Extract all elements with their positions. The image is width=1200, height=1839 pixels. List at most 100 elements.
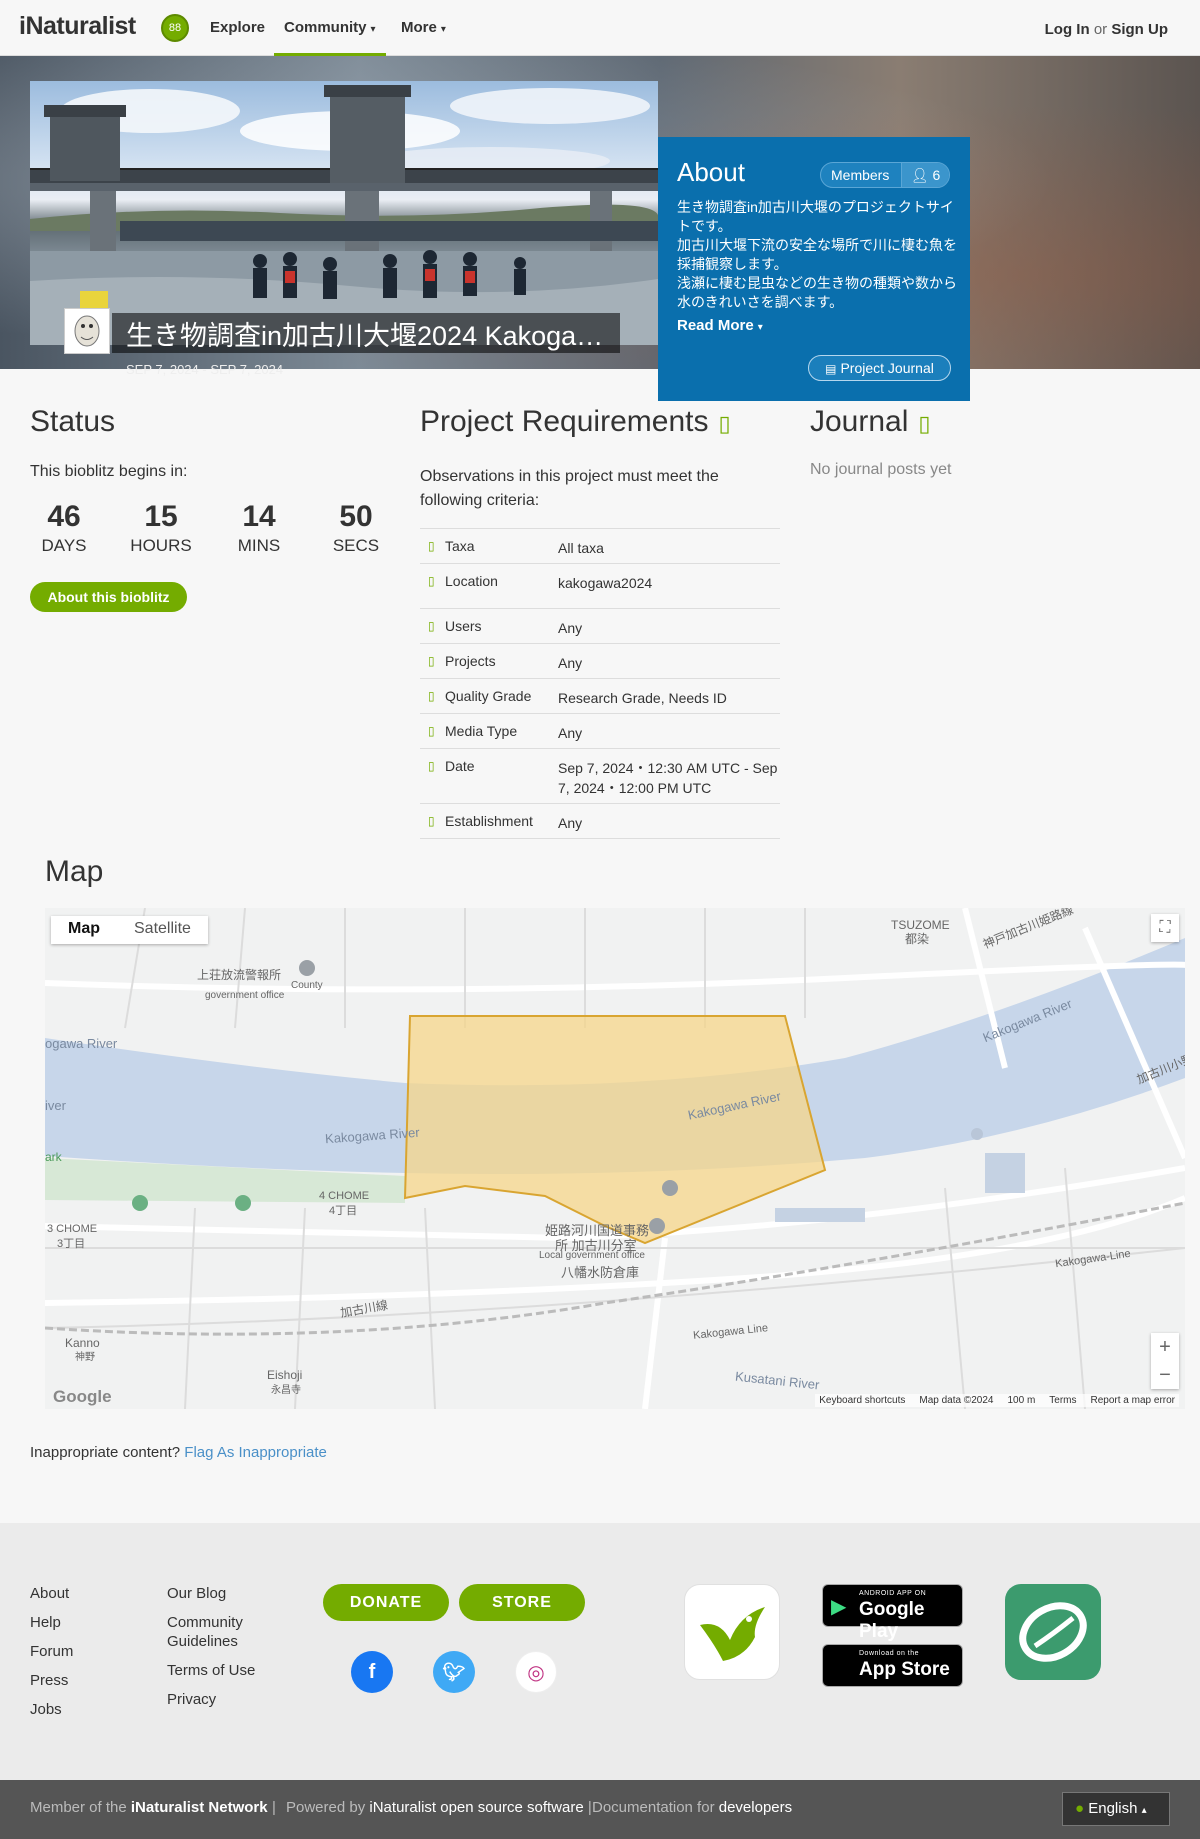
twitter-icon[interactable]: 🐦︎ xyxy=(433,1651,475,1693)
facebook-icon[interactable]: f xyxy=(351,1651,393,1693)
footer-link-terms[interactable]: Terms of Use xyxy=(167,1661,255,1680)
map-label-local-gov: Local government office xyxy=(539,1250,645,1261)
map-scale[interactable]: 100 m xyxy=(1007,1395,1035,1406)
caret-up-icon: ▴ xyxy=(1141,1805,1147,1816)
auth-links: Log In or Sign Up xyxy=(1045,21,1168,38)
google-play-badge[interactable]: ▶ ANDROID APP ON Google Play xyxy=(822,1584,963,1642)
countdown-hours: 15 HOURS xyxy=(130,500,192,555)
nav-community[interactable]: Community ▾ xyxy=(274,19,386,56)
map-type-satellite-button[interactable]: Satellite xyxy=(117,916,208,944)
footer-link-press[interactable]: Press xyxy=(30,1671,68,1690)
inaturalist-logo[interactable]: iNaturalist xyxy=(19,12,136,41)
app-store-badge[interactable]: Download on the App Store xyxy=(822,1644,963,1687)
footer-link-about[interactable]: About xyxy=(30,1584,69,1603)
footer-link-help[interactable]: Help xyxy=(30,1613,61,1632)
map-label-kanno-jp: 神野 xyxy=(75,1352,95,1363)
signup-link[interactable]: Sign Up xyxy=(1111,21,1168,38)
zoom-in-button[interactable]: + xyxy=(1151,1333,1179,1361)
map-label-river-left2: iver xyxy=(45,1098,66,1113)
briefcase-icon: ▯ xyxy=(428,654,435,668)
donate-button[interactable]: DONATE xyxy=(323,1584,449,1621)
docs-text: Documentation for developers xyxy=(592,1799,793,1816)
req-row-establishment: ▯ Establishment Any xyxy=(420,803,780,839)
nav-more-label: More xyxy=(401,19,437,36)
google-logo: Google xyxy=(53,1387,112,1406)
zoom-controls: + − xyxy=(1151,1333,1179,1389)
language-selector[interactable]: ● English ▴ xyxy=(1062,1792,1170,1826)
nav-explore[interactable]: Explore xyxy=(210,19,265,36)
map-label-chome4-jp: 4丁目 xyxy=(329,1205,358,1217)
notification-badge[interactable]: 88 xyxy=(161,14,189,42)
chevron-down-icon: ▾ xyxy=(440,24,446,35)
map-label-chome4: 4 CHOME xyxy=(319,1190,370,1202)
about-heading: About xyxy=(677,157,745,187)
map-label-office1: 上荘放流警報所 xyxy=(197,968,282,982)
nav-more[interactable]: More ▾ xyxy=(401,19,446,36)
requirements-intro: Observations in this project must meet t… xyxy=(420,468,719,509)
footer-link-guidelines[interactable]: Community Guidelines xyxy=(167,1613,267,1651)
flag-prefix: Inappropriate content? xyxy=(30,1444,181,1461)
fullscreen-icon[interactable]: ⛶ xyxy=(1151,914,1179,942)
globe-icon: ● xyxy=(1075,1800,1085,1817)
zoom-out-button[interactable]: − xyxy=(1151,1361,1179,1389)
status-heading: Status xyxy=(30,405,116,438)
chevron-down-icon: ▾ xyxy=(757,322,763,333)
map-attribution: Keyboard shortcuts Map data ©2024 100 m … xyxy=(815,1394,1179,1407)
nav-community-label: Community xyxy=(284,19,367,36)
map-marker-icon: ▯ xyxy=(428,574,435,588)
status-subtitle: This bioblitz begins in: xyxy=(30,463,188,480)
map-label-chome3-jp: 3丁目 xyxy=(57,1238,86,1250)
network-link[interactable]: iNaturalist Network xyxy=(131,1799,268,1816)
project-dates: SEP 7, 2024 - SEP 7, 2024 xyxy=(126,362,284,377)
project-journal-button[interactable]: ▤ Project Journal xyxy=(808,355,951,381)
members-label: Members xyxy=(831,167,890,183)
rss-icon[interactable]: ▯ xyxy=(918,411,930,436)
map-label-gov-office: government office xyxy=(205,990,285,1001)
read-more-link[interactable]: Read More ▾ xyxy=(677,317,763,334)
countdown-days: 46 DAYS xyxy=(41,500,87,555)
footer-link-privacy[interactable]: Privacy xyxy=(167,1690,216,1709)
footer-link-jobs[interactable]: Jobs xyxy=(30,1700,62,1719)
camera-icon: ▯ xyxy=(428,724,435,738)
map-data-text: Map data ©2024 xyxy=(919,1395,994,1406)
req-row-date: ▯ Date Sep 7, 2024・12:30 AM UTC - Sep 7, 2… xyxy=(420,748,780,803)
journal-empty-text: No journal posts yet xyxy=(810,461,952,478)
seek-app-icon[interactable] xyxy=(684,1584,780,1680)
footer-link-blog[interactable]: Our Blog xyxy=(167,1584,226,1603)
footer-link-forum[interactable]: Forum xyxy=(30,1642,73,1661)
top-navigation: iNaturalist 88 Explore Community ▾ More ▾ … xyxy=(0,0,1200,56)
play-icon: ▶ xyxy=(831,1596,847,1618)
powered-text: Powered by iNaturalist open source softw… xyxy=(286,1799,592,1816)
project-map[interactable]: TSUZOME 都染 神戸加古川姫路線 上荘放流警報所 County gover… xyxy=(45,908,1185,1409)
req-row-media: ▯ Media Type Any xyxy=(420,713,780,748)
oss-link[interactable]: iNaturalist open source software xyxy=(369,1799,583,1816)
globe-icon: ▯ xyxy=(428,814,435,828)
login-link[interactable]: Log In xyxy=(1045,21,1090,38)
map-label-hachiman: 八幡水防倉庫 xyxy=(561,1265,640,1280)
map-label-tsuzome-jp: 都染 xyxy=(905,932,930,946)
map-heading: Map xyxy=(45,855,104,888)
about-panel: About Members 👤︎ 6 生き物調査in加古川大堰のプロジェクトサイ… xyxy=(658,137,970,401)
user-icon: ▯ xyxy=(428,619,435,633)
network-bar: Member of the iNaturalist Network | Powe… xyxy=(0,1780,1200,1839)
member-text: Member of the iNaturalist Network xyxy=(30,1799,268,1816)
requirements-table: ▯ Taxa All taxa ▯ Location kakogawa2024 ▯ Use… xyxy=(420,528,780,839)
calendar-icon: ▯ xyxy=(428,759,435,773)
instagram-icon[interactable]: ◎ xyxy=(515,1651,557,1693)
map-label-eishoji-jp: 永昌寺 xyxy=(271,1385,301,1396)
map-label-eishoji: Eishoji xyxy=(267,1368,303,1382)
info-icon[interactable]: ▯ xyxy=(718,411,730,436)
inaturalist-app-icon[interactable] xyxy=(1005,1584,1101,1680)
developers-link[interactable]: developers xyxy=(719,1799,792,1816)
report-map-error-link[interactable]: Report a map error xyxy=(1091,1395,1175,1406)
req-row-users: ▯ Users Any xyxy=(420,608,780,643)
store-button[interactable]: STORE xyxy=(459,1584,585,1621)
map-type-map-button[interactable]: Map xyxy=(51,916,117,944)
terms-link[interactable]: Terms xyxy=(1049,1395,1076,1406)
flag-inappropriate-link[interactable]: Flag As Inappropriate xyxy=(184,1444,327,1461)
about-bioblitz-button[interactable]: About this bioblitz xyxy=(30,582,187,612)
members-button[interactable]: Members 👤︎ 6 xyxy=(820,162,950,188)
project-title: 生き物調査in加古川大堰2024 Kakogaw... xyxy=(126,321,616,351)
req-row-quality: ▯ Quality Grade Research Grade, Needs ID xyxy=(420,678,780,713)
keyboard-shortcuts-link[interactable]: Keyboard shortcuts xyxy=(819,1395,905,1406)
